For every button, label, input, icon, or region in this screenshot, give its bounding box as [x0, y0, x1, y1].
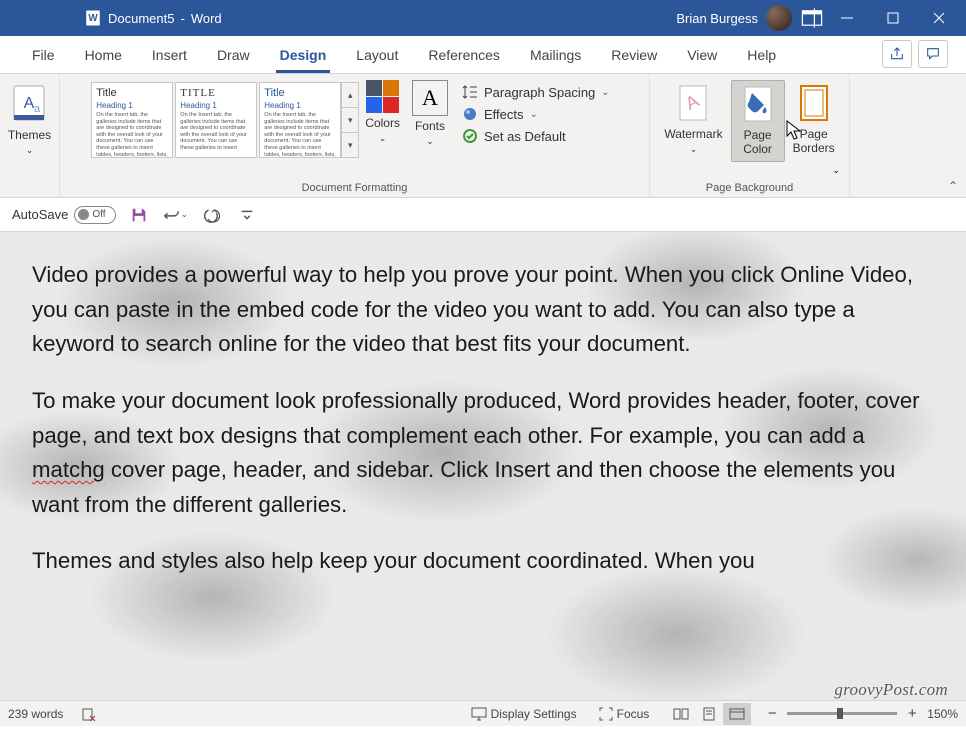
- style-thumb-3[interactable]: TitleHeading 1On the Insert tab, the gal…: [259, 82, 341, 158]
- tab-home[interactable]: Home: [71, 39, 136, 73]
- svg-text:W: W: [88, 13, 98, 24]
- save-button[interactable]: [126, 202, 152, 228]
- page-borders-button[interactable]: Page Borders: [787, 80, 841, 162]
- gallery-controls[interactable]: ▴▾▾: [341, 82, 359, 158]
- web-layout-button[interactable]: [723, 703, 751, 725]
- undo-button[interactable]: ⌄: [162, 202, 188, 228]
- print-layout-button[interactable]: [695, 703, 723, 725]
- group-label-pagebg: Page Background: [650, 182, 849, 194]
- customize-qa-icon[interactable]: [234, 202, 260, 228]
- quick-access-bar: AutoSave Off ⌄: [0, 198, 966, 232]
- display-settings-button[interactable]: Display Settings: [467, 705, 581, 723]
- themes-button[interactable]: Aa Themes⌄: [0, 78, 59, 161]
- zoom-level[interactable]: 150%: [927, 707, 958, 721]
- proofing-icon[interactable]: [77, 704, 101, 724]
- tab-help[interactable]: Help: [733, 39, 790, 73]
- fonts-button[interactable]: A Fonts⌄: [406, 78, 454, 158]
- svg-text:a: a: [33, 103, 40, 115]
- paragraph-spacing-button[interactable]: Paragraph Spacing ⌄: [462, 84, 610, 100]
- word-count[interactable]: 239 words: [8, 707, 63, 721]
- style-thumb-2[interactable]: TITLEHeading 1On the Insert tab, the gal…: [175, 82, 257, 158]
- style-gallery[interactable]: TitleHeading 1On the Insert tab, the gal…: [91, 78, 341, 158]
- zoom-slider[interactable]: [787, 712, 897, 715]
- redo-button[interactable]: [198, 202, 224, 228]
- doc-paragraph: Themes and styles also help keep your do…: [32, 544, 934, 579]
- document-area[interactable]: Video provides a powerful way to help yo…: [0, 232, 966, 700]
- read-mode-button[interactable]: [667, 703, 695, 725]
- minimize-button[interactable]: [824, 0, 870, 36]
- gallery-down-icon[interactable]: ▾: [342, 108, 358, 133]
- tab-file[interactable]: File: [18, 39, 69, 73]
- tab-view[interactable]: View: [673, 39, 731, 73]
- document-title: W Document5 - Word: [84, 9, 222, 27]
- gallery-more-icon[interactable]: ▾: [342, 133, 358, 157]
- watermark-text: groovyPost.com: [834, 680, 948, 700]
- tab-draw[interactable]: Draw: [203, 39, 264, 73]
- style-thumb-1[interactable]: TitleHeading 1On the Insert tab, the gal…: [91, 82, 173, 158]
- colors-button[interactable]: Colors⌄: [359, 78, 406, 158]
- word-icon: W: [84, 9, 102, 27]
- close-button[interactable]: [916, 0, 962, 36]
- avatar: [766, 5, 792, 31]
- ribbon: Aa Themes⌄ TitleHeading 1On the Insert t…: [0, 74, 966, 198]
- tab-design[interactable]: Design: [266, 39, 341, 73]
- zoom-in-button[interactable]: +: [905, 705, 919, 722]
- share-button[interactable]: [882, 40, 912, 68]
- tab-layout[interactable]: Layout: [342, 39, 412, 73]
- title-bar: W Document5 - Word Brian Burgess: [0, 0, 966, 36]
- page-color-button[interactable]: Page Color⌄: [731, 80, 785, 162]
- autosave-toggle[interactable]: AutoSave Off: [12, 206, 116, 224]
- gallery-up-icon[interactable]: ▴: [342, 83, 358, 108]
- focus-button[interactable]: Focus: [595, 705, 654, 723]
- tab-review[interactable]: Review: [597, 39, 671, 73]
- tab-insert[interactable]: Insert: [138, 39, 201, 73]
- tab-mailings[interactable]: Mailings: [516, 39, 595, 73]
- set-default-button[interactable]: Set as Default: [462, 128, 610, 144]
- ribbon-display-icon[interactable]: [800, 6, 824, 30]
- user-account[interactable]: Brian Burgess: [676, 5, 792, 31]
- collapse-ribbon-icon[interactable]: ⌃: [948, 179, 958, 193]
- spelling-error[interactable]: matchg: [32, 457, 105, 482]
- group-label-formatting: Document Formatting: [60, 182, 649, 194]
- maximize-button[interactable]: [870, 0, 916, 36]
- tab-references[interactable]: References: [414, 39, 514, 73]
- watermark-button[interactable]: A Watermark⌄: [658, 80, 728, 162]
- comments-button[interactable]: [918, 40, 948, 68]
- doc-paragraph: Video provides a powerful way to help yo…: [32, 258, 934, 362]
- zoom-out-button[interactable]: −: [765, 705, 779, 722]
- doc-paragraph: To make your document look professionall…: [32, 384, 934, 523]
- effects-button[interactable]: Effects ⌄: [462, 106, 610, 122]
- status-bar: 239 words Display Settings Focus − + 150…: [0, 700, 966, 726]
- ribbon-tabs: File Home Insert Draw Design Layout Refe…: [0, 36, 966, 74]
- zoom-control[interactable]: − + 150%: [765, 705, 958, 722]
